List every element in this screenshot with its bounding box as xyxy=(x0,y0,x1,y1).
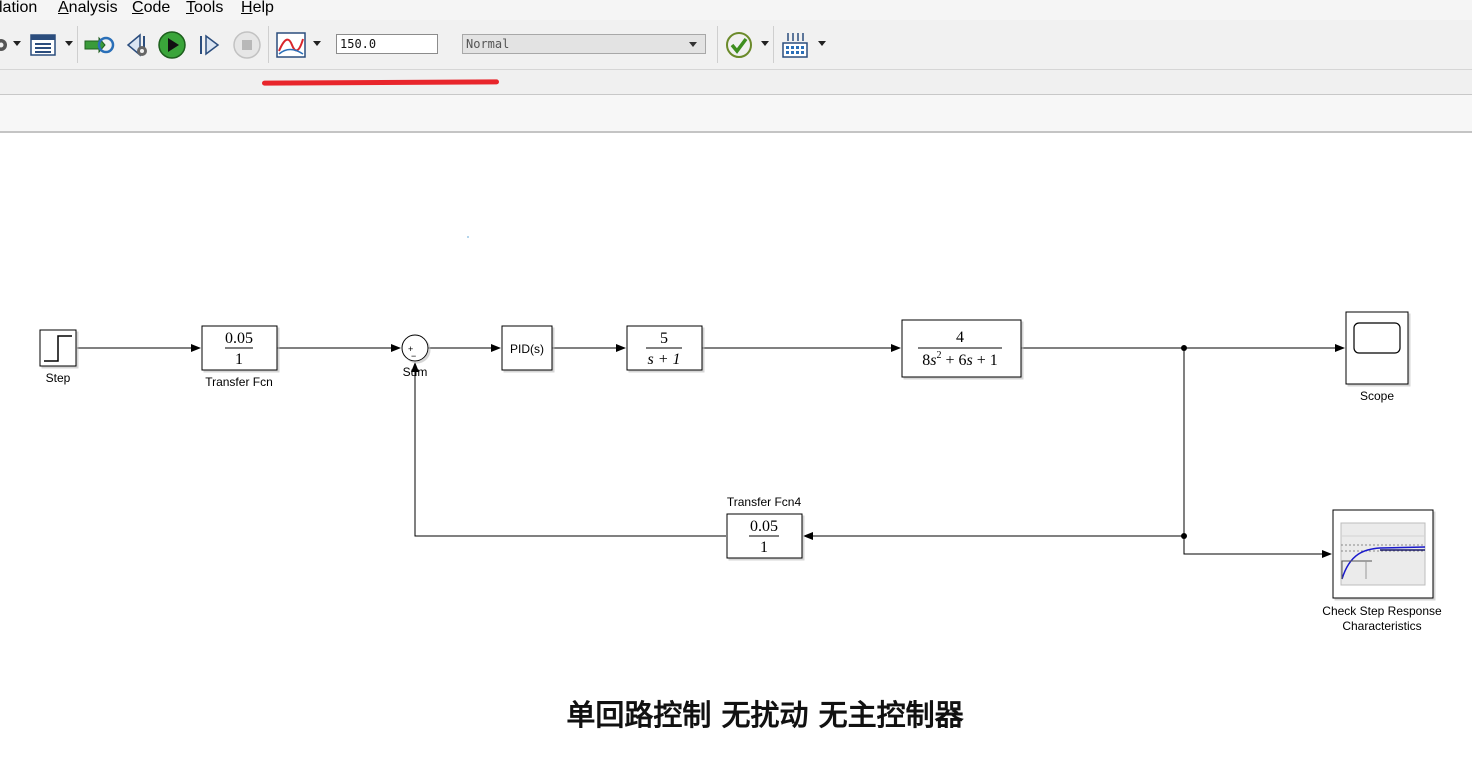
transfer-fcn-numerator: 0.05 xyxy=(225,330,253,347)
scope-block[interactable]: Scope xyxy=(1345,311,1409,403)
check-step-response-block[interactable]: Check Step Response Characteristics xyxy=(1322,509,1442,633)
plant2-transfer-fcn-block[interactable]: 4 8s2 + 6s + 1 xyxy=(901,319,1022,378)
signal-to-check-step xyxy=(1183,536,1332,558)
breadcrumb-bar xyxy=(0,95,1472,133)
data-inspector-dropdown-icon[interactable] xyxy=(313,41,321,46)
pid-controller-block[interactable]: PID(s) xyxy=(501,325,553,371)
stop-time-input[interactable]: 150.0 xyxy=(336,34,438,54)
explorer-bar xyxy=(0,70,1472,95)
transfer-fcn-label: Transfer Fcn xyxy=(205,375,273,389)
step-label: Step xyxy=(46,371,71,385)
transfer-fcn-denominator: 1 xyxy=(235,351,243,368)
settings-dropdown-icon[interactable] xyxy=(13,41,21,46)
plant2-numerator: 4 xyxy=(956,329,964,346)
check-step-label-line1: Check Step Response xyxy=(1322,604,1442,618)
model-advisor-dropdown-icon[interactable] xyxy=(761,41,769,46)
settings-icon[interactable] xyxy=(0,20,10,69)
toolbar-separator xyxy=(773,26,774,63)
simulation-mode-value: Normal xyxy=(466,37,510,51)
plant1-transfer-fcn-block[interactable]: 5 s + 1 xyxy=(626,325,703,371)
library-browser-icon[interactable] xyxy=(30,20,56,69)
toolbar-separator xyxy=(77,26,78,63)
step-forward-icon[interactable] xyxy=(196,20,222,69)
menu-code[interactable]: Code xyxy=(132,0,170,17)
toolbar-separator xyxy=(268,26,269,63)
transfer-fcn-block[interactable]: 0.05 1 Transfer Fcn xyxy=(201,325,278,389)
diagram-annotation-title: 单回路控制 无扰动 无主控制器 xyxy=(566,698,964,732)
model-advisor-icon[interactable] xyxy=(725,20,753,69)
transfer-fcn4-label: Transfer Fcn4 xyxy=(727,495,802,509)
toolbar: 150.0 Normal xyxy=(0,20,1472,70)
transfer-fcn4-denominator: 1 xyxy=(760,539,768,556)
build-icon[interactable] xyxy=(781,20,809,69)
simulation-mode-select[interactable]: Normal xyxy=(462,34,706,54)
menu-help[interactable]: Help xyxy=(241,0,274,17)
block-diagram: Step 0.05 1 Transfer Fcn + − Sum PID(s) … xyxy=(39,236,1442,633)
menu-tools[interactable]: Tools xyxy=(186,0,223,17)
data-inspector-icon[interactable] xyxy=(276,20,306,69)
update-diagram-icon[interactable] xyxy=(83,20,115,69)
sum-label: Sum xyxy=(403,365,428,379)
branch-point xyxy=(1181,533,1187,539)
transfer-fcn4-numerator: 0.05 xyxy=(750,518,778,535)
library-dropdown-icon[interactable] xyxy=(65,41,73,46)
sum-block[interactable]: + − Sum xyxy=(401,334,429,379)
signal-tf4-to-sum xyxy=(411,362,726,537)
menubar: lation Analysis Code Tools Help xyxy=(0,0,1472,20)
check-step-label-line2: Characteristics xyxy=(1342,619,1421,633)
transfer-fcn4-block[interactable]: Transfer Fcn4 0.05 1 xyxy=(726,495,803,559)
chevron-down-icon xyxy=(689,42,697,47)
model-canvas[interactable]: Step 0.05 1 Transfer Fcn + − Sum PID(s) … xyxy=(0,133,1472,767)
toolbar-separator xyxy=(717,26,718,63)
step-back-icon[interactable] xyxy=(124,20,152,69)
run-icon[interactable] xyxy=(157,20,187,69)
sum-minus-sign: − xyxy=(411,351,416,361)
plant2-denominator: 8s2 + 6s + 1 xyxy=(922,350,998,369)
scope-label: Scope xyxy=(1360,389,1394,403)
branch-point xyxy=(1181,345,1187,351)
plant1-numerator: 5 xyxy=(660,330,668,347)
stop-icon[interactable] xyxy=(232,20,262,69)
menu-simulation[interactable]: lation xyxy=(0,0,37,17)
menu-analysis[interactable]: Analysis xyxy=(58,0,118,17)
build-dropdown-icon[interactable] xyxy=(818,41,826,46)
step-block[interactable]: Step xyxy=(39,329,77,385)
pid-label: PID(s) xyxy=(510,342,544,356)
plant1-denominator: s + 1 xyxy=(647,351,680,368)
